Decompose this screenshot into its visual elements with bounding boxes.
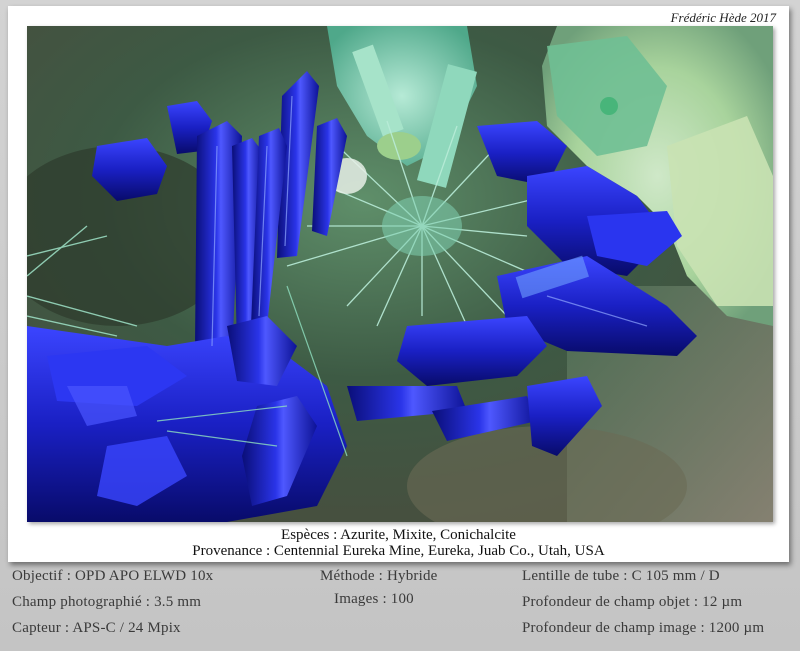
species-caption: Espèces : Azurite, Mixite, Conichalcite — [281, 527, 516, 543]
spec-field: Champ photographié : 3.5 mm — [12, 594, 202, 610]
provenance-caption: Provenance : Centennial Eureka Mine, Eur… — [192, 543, 605, 559]
spec-sensor: Capteur : APS-C / 24 Mpix — [12, 620, 181, 636]
photographer-credit: Frédéric Hède 2017 — [670, 10, 776, 25]
spec-image-dof: Profondeur de champ image : 1200 µm — [522, 620, 765, 636]
spec-images: Images : 100 — [334, 591, 414, 607]
spec-objective: Objectif : OPD APO ELWD 10x — [12, 568, 214, 584]
spec-method: Méthode : Hybride — [320, 568, 438, 584]
spec-tube-lens: Lentille de tube : C 105 mm / D — [522, 568, 720, 584]
spec-object-dof: Profondeur de champ objet : 12 µm — [522, 594, 743, 610]
mineral-photograph — [27, 26, 773, 522]
